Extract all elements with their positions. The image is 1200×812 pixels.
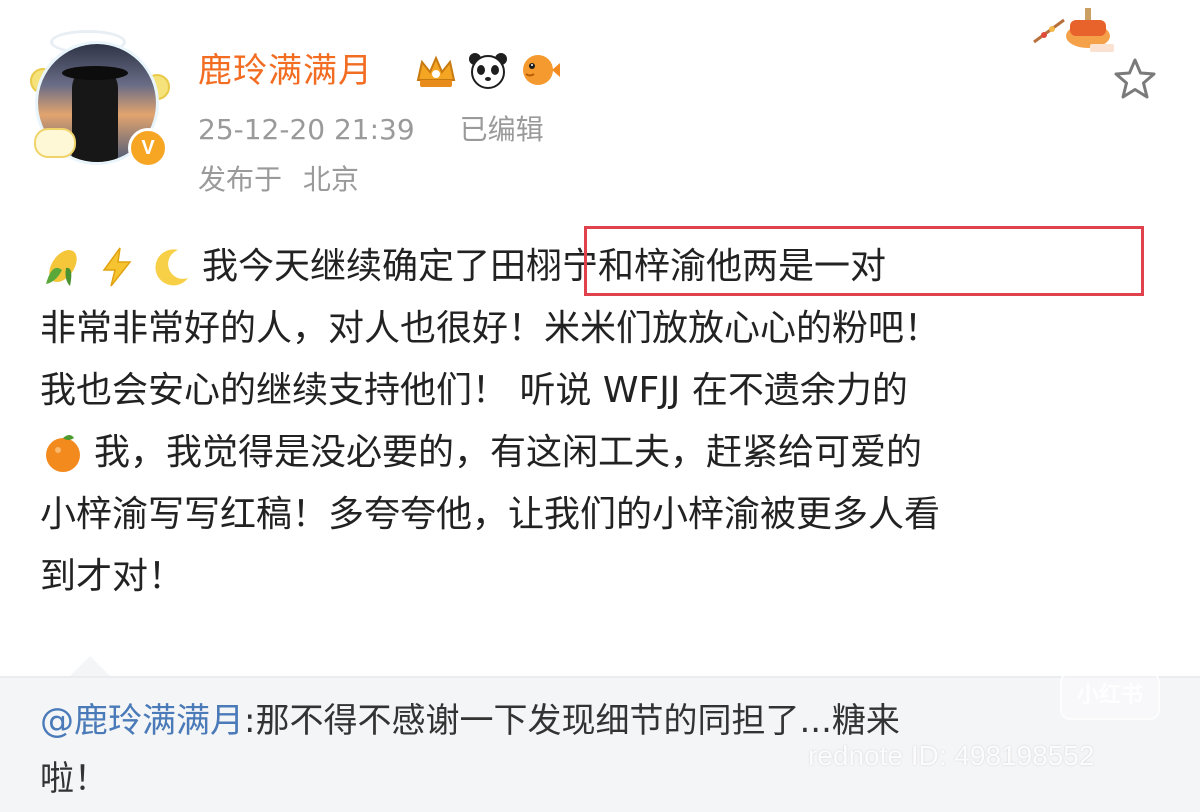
pufferfish-badge-icon[interactable]: [518, 50, 562, 90]
post-text-line-4: 我，我觉得是没必要的，有这闲工夫，赶紧给可爱的: [94, 432, 923, 473]
reply-content-line-2: 啦！: [40, 759, 108, 799]
post-timestamp: 25-12-20 21:39: [198, 113, 415, 146]
hotpot-sticker-icon: [1030, 6, 1116, 54]
crown-badge-icon[interactable]: [414, 50, 458, 90]
post-line-4: 我，我觉得是没必要的，有这闲工夫，赶紧给可爱的: [40, 422, 1170, 484]
reply-content: :那不得不感谢一下发现细节的同担了...糖来: [244, 701, 900, 741]
weibo-post-screenshot: V 鹿玲满满月 25-12-20 21:39 已编辑 发布于 北京 我今天继续确…: [0, 0, 1200, 812]
rednote-watermark-id: rednote ID: 498198552: [808, 740, 1095, 771]
post-line-3: 我也会安心的继续支持他们！ 听说 WFJJ 在不遗余力的: [40, 360, 1170, 422]
reply-pointer: [68, 656, 112, 678]
username-link[interactable]: 鹿玲满满月: [198, 48, 373, 94]
cloud-decoration: [34, 128, 76, 158]
favorite-star-icon[interactable]: [1112, 56, 1158, 102]
person-silhouette: [72, 66, 118, 162]
crescent-moon-emoji-icon: [148, 244, 194, 290]
orange-emoji-icon: [40, 430, 86, 476]
location-value: 北京: [302, 163, 359, 196]
rednote-watermark-logo: 小红书: [1060, 672, 1160, 720]
post-text-line-2: 非常非常好的人，对人也很好！米米们放放心心的粉吧！: [40, 308, 941, 349]
user-badges: [414, 50, 562, 90]
post-line-2: 非常非常好的人，对人也很好！米米们放放心心的粉吧！: [40, 298, 1170, 360]
location-prefix: 发布于: [198, 163, 283, 196]
lightning-emoji-icon: [94, 244, 140, 290]
edited-label[interactable]: 已编辑: [460, 113, 544, 146]
verified-icon: V: [128, 128, 168, 168]
post-location: 发布于 北京: [198, 160, 359, 200]
post-text-line-5: 小梓渝写写红稿！多夸夸他，让我们的小梓渝被更多人看: [40, 494, 941, 535]
post-line-5: 小梓渝写写红稿！多夸夸他，让我们的小梓渝被更多人看: [40, 484, 1170, 546]
post-meta: 25-12-20 21:39 已编辑: [198, 110, 544, 150]
hat-shape: [62, 66, 128, 80]
post-text-line-6: 到才对！: [40, 556, 185, 597]
panda-badge-icon[interactable]: [466, 50, 510, 90]
post-line-6: 到才对！: [40, 546, 1170, 608]
reply-mention-link[interactable]: @鹿玲满满月: [40, 701, 244, 741]
corn-emoji-icon: [40, 244, 86, 290]
avatar[interactable]: V: [30, 28, 170, 168]
post-text-line-3: 我也会安心的继续支持他们！ 听说 WFJJ 在不遗余力的: [40, 370, 908, 411]
highlight-annotation-box: [584, 226, 1144, 296]
